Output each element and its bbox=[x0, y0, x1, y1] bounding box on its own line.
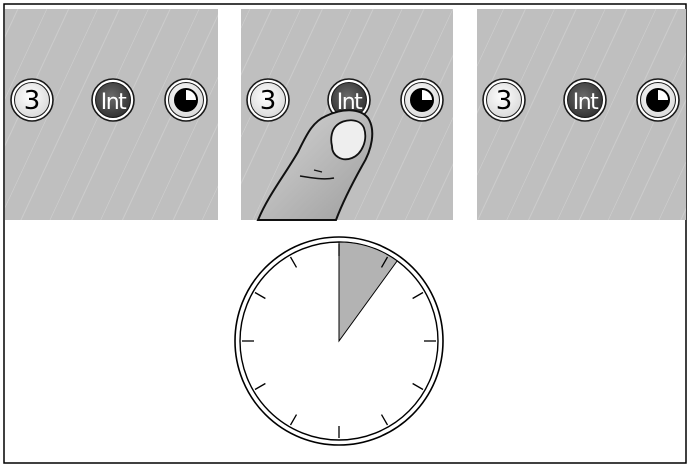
timer-clock bbox=[234, 236, 444, 446]
timer-quarter-icon bbox=[410, 88, 434, 112]
panel-3: 3 Int bbox=[477, 9, 686, 220]
button-int[interactable]: Int bbox=[91, 78, 135, 122]
button-3[interactable]: 3 bbox=[482, 78, 526, 122]
button-timer[interactable] bbox=[636, 78, 680, 122]
panel-1: 3 Int bbox=[5, 9, 218, 220]
timer-quarter-icon bbox=[174, 88, 198, 112]
button-timer[interactable] bbox=[400, 78, 444, 122]
button-label: Int bbox=[573, 90, 599, 115]
timer-quarter-icon bbox=[646, 88, 670, 112]
diagram-svg: 3 Int 3 Int 3 Int bbox=[3, 3, 687, 464]
button-3[interactable]: 3 bbox=[246, 78, 290, 122]
panel-group: 3 Int 3 Int 3 Int bbox=[5, 9, 686, 221]
button-timer[interactable] bbox=[164, 78, 208, 122]
button-label: Int bbox=[101, 90, 127, 115]
button-3[interactable]: 3 bbox=[10, 78, 54, 122]
button-label: 3 bbox=[496, 86, 513, 116]
illustration: 3 Int 3 Int 3 Int bbox=[0, 0, 690, 467]
panel-2: 3 Int bbox=[241, 9, 453, 221]
button-int[interactable]: Int bbox=[563, 78, 607, 122]
button-label: 3 bbox=[260, 86, 277, 116]
button-label: 3 bbox=[24, 86, 41, 116]
